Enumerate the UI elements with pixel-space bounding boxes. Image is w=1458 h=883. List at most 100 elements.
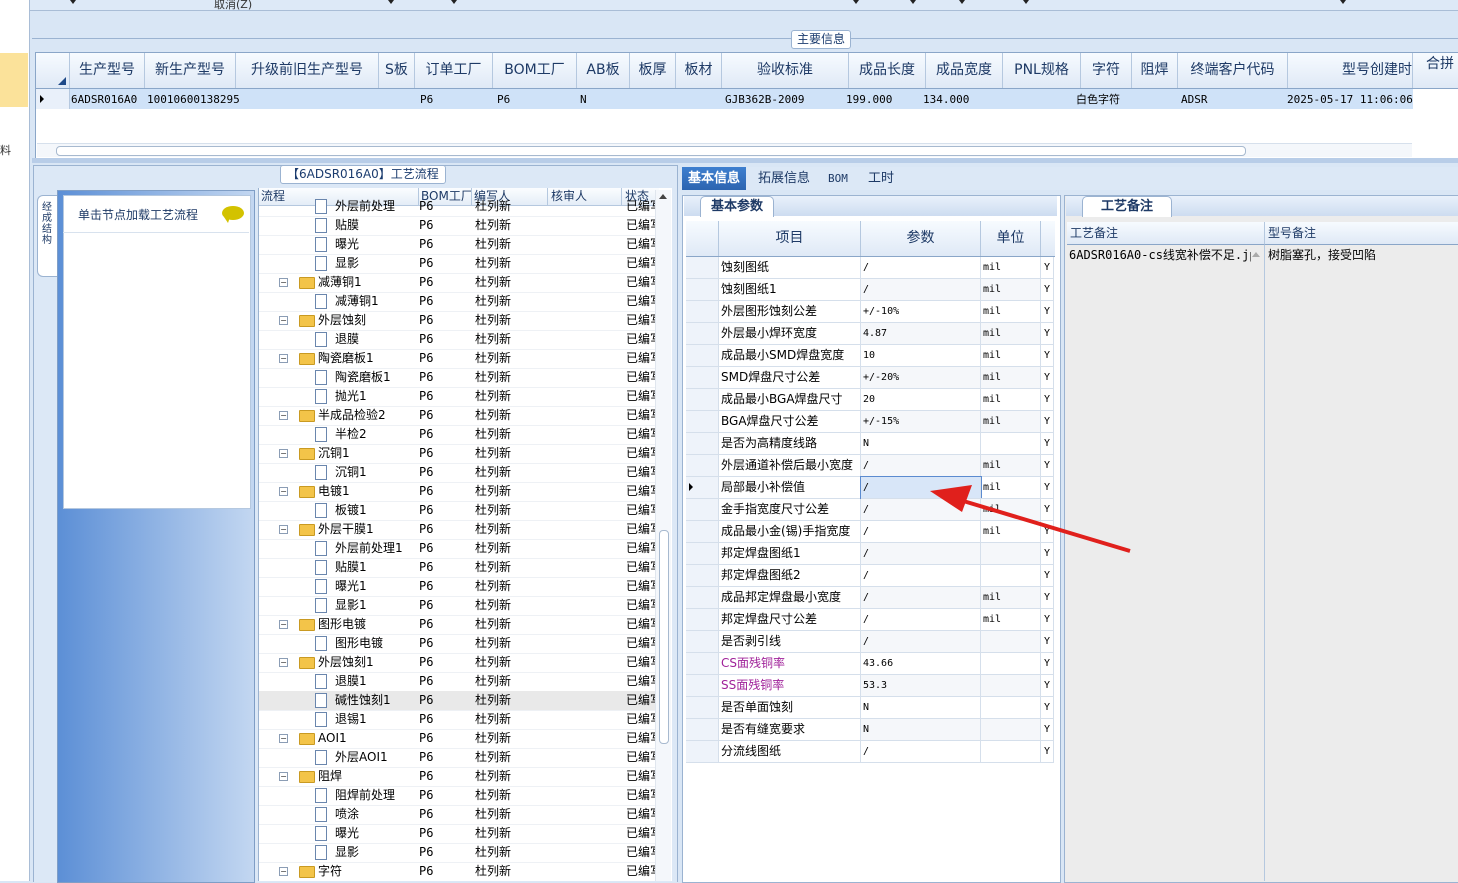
param-unit[interactable]: mil xyxy=(981,323,1041,345)
param-flag[interactable]: Y xyxy=(1041,411,1054,433)
tree-cell-status[interactable]: 已编写 xyxy=(626,197,658,216)
col-header[interactable]: 单位 xyxy=(981,221,1041,256)
tree-row[interactable]: 外层前处理1P6 杜列新 已编写 xyxy=(259,539,659,559)
param-flag[interactable]: Y xyxy=(1041,653,1054,675)
tree-cell-step-name[interactable]: 碱性蚀刻1 xyxy=(335,691,417,710)
param-unit[interactable]: mil xyxy=(981,477,1041,499)
tree-cell-bom-factory[interactable]: P6 xyxy=(419,539,469,558)
tree-cell-writer[interactable]: 杜列新 xyxy=(475,615,545,634)
param-flag[interactable]: Y xyxy=(1041,697,1054,719)
tree-row[interactable]: 碱性蚀刻1P6 杜列新 已编写 xyxy=(259,691,659,711)
param-value[interactable]: / xyxy=(860,476,982,500)
param-item[interactable]: 是否为高精度线路 xyxy=(719,433,861,455)
param-row[interactable]: SMD焊盘尺寸公差 +/-20% mil Y xyxy=(686,367,1055,389)
param-item[interactable]: 成品最小BGA焊盘尺寸 xyxy=(719,389,861,411)
tree-cell-status[interactable]: 已编写 xyxy=(626,406,658,425)
tree-cell-bom-factory[interactable]: P6 xyxy=(419,672,469,691)
col-header[interactable]: 型号备注 xyxy=(1265,222,1458,245)
tree-cell-step-name[interactable]: 沉铜1 xyxy=(335,463,417,482)
tree-cell-status[interactable]: 已编写 xyxy=(626,368,658,387)
tree-row[interactable]: − 沉铜1P6 杜列新 已编写 xyxy=(259,444,659,464)
param-value[interactable]: / xyxy=(861,631,981,653)
collapse-icon[interactable]: − xyxy=(279,449,288,458)
param-value[interactable]: +/-20% xyxy=(861,367,981,389)
tree-cell-step-name[interactable]: 退锡1 xyxy=(335,710,417,729)
tree-row[interactable]: − 字符P6 杜列新 已编写 xyxy=(259,862,659,881)
param-flag[interactable]: Y xyxy=(1041,257,1054,279)
collapse-icon[interactable]: − xyxy=(279,867,288,876)
tree-cell-bom-factory[interactable]: P6 xyxy=(419,387,469,406)
param-unit[interactable] xyxy=(981,543,1041,565)
tree-cell-bom-factory[interactable]: P6 xyxy=(419,501,469,520)
tree-cell-status[interactable]: 已编写 xyxy=(626,805,658,824)
tree-row[interactable]: − 半成品检验2P6 杜列新 已编写 xyxy=(259,406,659,426)
param-value[interactable]: +/-15% xyxy=(861,411,981,433)
col-header[interactable]: 参数 xyxy=(861,221,981,256)
tree-cell-step-name[interactable]: 减薄铜1 xyxy=(335,292,417,311)
tree-cell-writer[interactable]: 杜列新 xyxy=(475,254,545,273)
param-value[interactable]: / xyxy=(861,279,981,301)
param-item[interactable]: 是否剥引线 xyxy=(719,631,861,653)
tree-cell-bom-factory[interactable]: P6 xyxy=(419,615,469,634)
col-header[interactable]: 成品长度 xyxy=(849,53,926,88)
col-header[interactable]: 字符 xyxy=(1081,53,1132,88)
tree-cell-step-name[interactable]: 外层干膜1 xyxy=(318,520,416,539)
row-indicator-icon[interactable] xyxy=(686,477,719,499)
tree-cell-status[interactable]: 已编写 xyxy=(626,254,658,273)
tree-cell-bom-factory[interactable]: P6 xyxy=(419,767,469,786)
tree-cell-writer[interactable]: 杜列新 xyxy=(475,596,545,615)
tree-cell-writer[interactable]: 杜列新 xyxy=(475,520,545,539)
tree-cell-writer[interactable]: 杜列新 xyxy=(475,710,545,729)
tree-cell-bom-factory[interactable]: P6 xyxy=(419,292,469,311)
tree-cell-bom-factory[interactable]: P6 xyxy=(419,577,469,596)
tree-cell-bom-factory[interactable]: P6 xyxy=(419,596,469,615)
row-selector[interactable] xyxy=(686,697,719,719)
param-row[interactable]: 局部最小补偿值 / mil Y xyxy=(686,476,1055,500)
tree-cell-status[interactable]: 已编写 xyxy=(626,843,658,862)
param-value[interactable]: / xyxy=(861,587,981,609)
param-unit[interactable]: mil xyxy=(981,411,1041,433)
tree-cell-writer[interactable]: 杜列新 xyxy=(475,805,545,824)
collapse-icon[interactable]: − xyxy=(279,487,288,496)
tree-cell-step-name[interactable]: 半成品检验2 xyxy=(318,406,416,425)
tree-row[interactable]: 贴膜P6 杜列新 已编写 xyxy=(259,216,659,236)
tree-cell-status[interactable]: 已编写 xyxy=(626,444,658,463)
tree-cell-writer[interactable]: 杜列新 xyxy=(475,672,545,691)
tree-row[interactable]: 退膜1P6 杜列新 已编写 xyxy=(259,672,659,692)
row-selector[interactable] xyxy=(686,587,719,609)
collapse-icon[interactable]: − xyxy=(279,734,288,743)
col-header[interactable]: 合拼 xyxy=(1426,53,1458,88)
tree-cell-status[interactable]: 已编写 xyxy=(626,558,658,577)
param-value[interactable]: N xyxy=(861,433,981,455)
tree-cell-bom-factory[interactable]: P6 xyxy=(419,425,469,444)
tree-row[interactable]: 半检2P6 杜列新 已编写 xyxy=(259,425,659,445)
param-unit[interactable]: mil xyxy=(981,301,1041,323)
tree-row[interactable]: − 电镀1P6 杜列新 已编写 xyxy=(259,482,659,502)
param-row[interactable]: 是否有缝宽要求 N Y xyxy=(686,719,1055,741)
tree-cell-step-name[interactable]: 曝光 xyxy=(335,235,417,254)
remarks-title[interactable]: 工艺备注 xyxy=(1082,196,1173,217)
tree-cell-bom-factory[interactable]: P6 xyxy=(419,862,469,881)
row-selector[interactable] xyxy=(686,719,719,741)
cancel-button[interactable]: 取消(Z) xyxy=(214,0,252,12)
param-item[interactable]: 成品邦定焊盘最小宽度 xyxy=(719,587,861,609)
tree-cell-status[interactable]: 已编写 xyxy=(626,235,658,254)
tree-row[interactable]: 抛光1P6 杜列新 已编写 xyxy=(259,387,659,407)
param-flag[interactable]: Y xyxy=(1041,477,1054,499)
param-row[interactable]: 成品邦定焊盘最小宽度 / mil Y xyxy=(686,587,1055,609)
tree-cell-status[interactable]: 已编写 xyxy=(626,520,658,539)
param-unit[interactable] xyxy=(981,631,1041,653)
param-unit[interactable]: mil xyxy=(981,499,1041,521)
cell-ab-board[interactable]: N xyxy=(580,89,587,109)
cell-char[interactable]: 白色字符 xyxy=(1076,89,1120,109)
tree-cell-bom-factory[interactable]: P6 xyxy=(419,311,469,330)
tree-cell-writer[interactable]: 杜列新 xyxy=(475,444,545,463)
tree-cell-writer[interactable]: 杜列新 xyxy=(475,235,545,254)
tree-cell-status[interactable]: 已编写 xyxy=(626,653,658,672)
tree-row[interactable]: 显影P6 杜列新 已编写 xyxy=(259,254,659,274)
tree-row[interactable]: 外层前处理P6 杜列新 已编写 xyxy=(259,197,659,217)
param-row[interactable]: 外层最小焊环宽度 4.87 mil Y xyxy=(686,323,1055,345)
tree-row[interactable]: − 外层蚀刻1P6 杜列新 已编写 xyxy=(259,653,659,673)
cell-new-prod-no[interactable]: 10010600138295 xyxy=(147,89,240,109)
param-item[interactable]: 外层最小焊环宽度 xyxy=(719,323,861,345)
